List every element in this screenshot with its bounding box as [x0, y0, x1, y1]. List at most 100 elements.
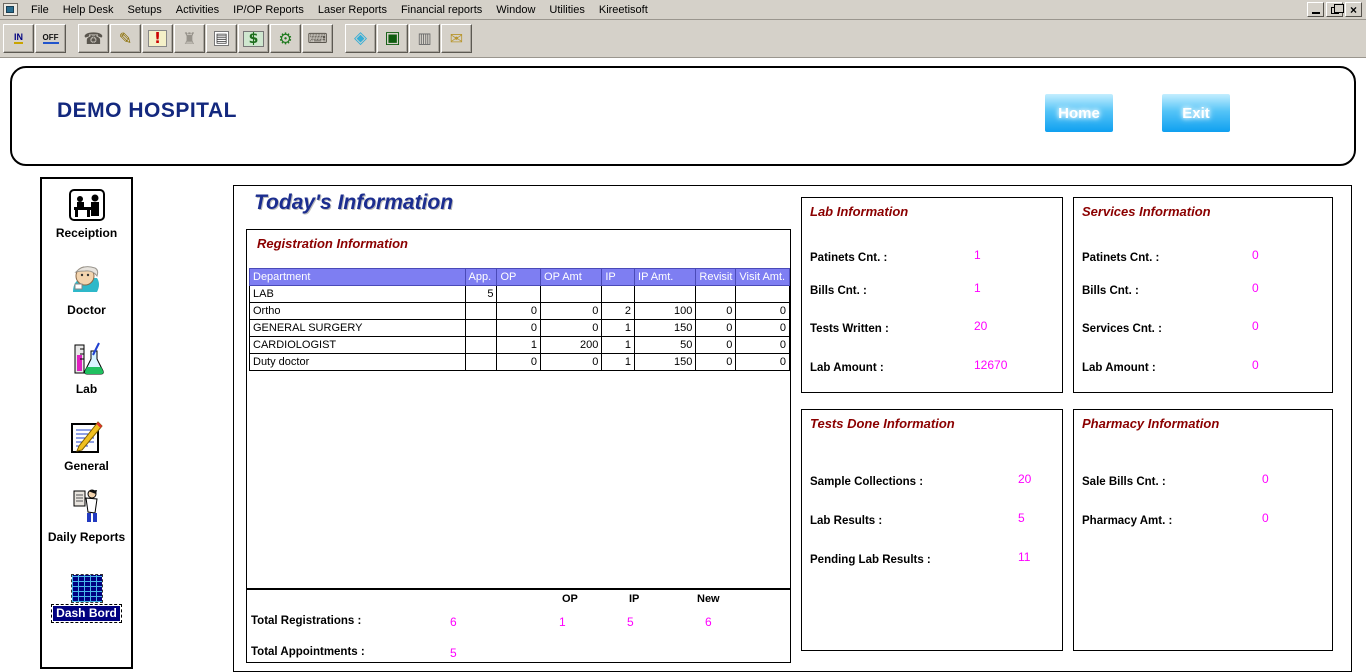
- sidebar-item-receiption[interactable]: Receiption: [56, 185, 117, 240]
- reception-icon: [69, 185, 105, 223]
- panel-title: Services Information: [1082, 204, 1211, 219]
- panel-title: Pharmacy Information: [1082, 416, 1219, 431]
- registration-table[interactable]: Department App. OP OP Amt IP IP Amt. Rev…: [249, 268, 790, 371]
- menu-window[interactable]: Window: [489, 2, 542, 18]
- stat-label: Patinets Cnt. :: [1082, 252, 1159, 264]
- cell-visit-amt: 0: [736, 354, 790, 371]
- stat-value: 12670: [974, 358, 1007, 372]
- stat-value: 0: [1252, 248, 1259, 262]
- toolbar-save-button[interactable]: ◈: [345, 24, 376, 53]
- sidebar-item-general[interactable]: General: [64, 418, 109, 473]
- sidebar-item-lab[interactable]: Lab: [69, 341, 105, 396]
- pencil-icon: ✎: [119, 31, 132, 47]
- toolbar-reports-button[interactable]: ▥: [409, 24, 440, 53]
- stat-value: 20: [974, 319, 987, 333]
- stat-label: Pharmacy Amt. :: [1082, 515, 1172, 527]
- restore-button[interactable]: [1326, 2, 1343, 17]
- toolbar-patients-button[interactable]: ♜: [174, 24, 205, 53]
- toolbar-billing-button[interactable]: $: [238, 24, 269, 53]
- stat-value: 0: [1252, 358, 1259, 372]
- table-row[interactable]: Duty doctor 0 0 1 150 0 0: [250, 354, 790, 371]
- table-row[interactable]: Ortho 0 0 2 100 0 0: [250, 303, 790, 320]
- tests-done-information-panel: Tests Done Information Sample Collection…: [801, 409, 1063, 651]
- sidebar-item-label: Dash Bord: [53, 606, 120, 621]
- column-header: IP Amt.: [635, 269, 696, 286]
- cell-op: 0: [497, 303, 541, 320]
- registration-section-title: Registration Information: [257, 236, 408, 251]
- toolbar-logout-button[interactable]: OFF: [35, 24, 66, 53]
- sidebar-item-label: Daily Reports: [48, 531, 125, 544]
- sidebar: Receiption Doctor Lab General Daily Repo…: [40, 177, 133, 669]
- toolbar-fax-button[interactable]: ⌨: [302, 24, 333, 53]
- toolbar-login-button[interactable]: IN: [3, 24, 34, 53]
- table-row[interactable]: LAB 5: [250, 286, 790, 303]
- sidebar-item-daily-reports[interactable]: Daily Reports: [48, 489, 125, 544]
- fax-icon: ⌨: [307, 32, 327, 46]
- sidebar-item-label: Lab: [76, 383, 97, 396]
- stat-value: 5: [1018, 511, 1025, 525]
- cell-revisit: 0: [696, 337, 736, 354]
- toolbar-reminders-button[interactable]: !: [142, 24, 173, 53]
- cell-department: Ortho: [250, 303, 466, 320]
- toolbar-network-button[interactable]: ⚙: [270, 24, 301, 53]
- hospital-header: DEMO HOSPITAL Home Exit: [10, 66, 1356, 166]
- pharmacy-information-panel: Pharmacy Information Sale Bills Cnt. :0 …: [1073, 409, 1333, 651]
- cell-visit-amt: 0: [736, 320, 790, 337]
- cell-department: Duty doctor: [250, 354, 466, 371]
- column-header: Revisit: [696, 269, 736, 286]
- stat-value: 0: [1262, 472, 1269, 486]
- total-registrations-value: 6: [450, 615, 457, 629]
- close-button[interactable]: ×: [1345, 2, 1362, 17]
- toolbar-monitor-button[interactable]: ▣: [377, 24, 408, 53]
- menu-utilities[interactable]: Utilities: [542, 2, 591, 18]
- stat-value: 0: [1252, 281, 1259, 295]
- menu-help-desk[interactable]: Help Desk: [56, 2, 121, 18]
- cell-ip: 1: [602, 337, 635, 354]
- toolbar-mail-button[interactable]: ✉: [441, 24, 472, 53]
- totals-section: OP IP New Total Registrations : 6 1 5 6 …: [246, 589, 791, 663]
- cell-op: 0: [497, 354, 541, 371]
- floppy-disk-icon: ◈: [354, 30, 367, 47]
- app-window-icon: [3, 3, 18, 16]
- cell-ip: 2: [602, 303, 635, 320]
- cell-visit-amt: 0: [736, 337, 790, 354]
- menu-laser-reports[interactable]: Laser Reports: [311, 2, 394, 18]
- monitor-icon: ▣: [384, 30, 400, 47]
- stat-label: Bills Cnt. :: [810, 285, 867, 297]
- menu-file[interactable]: File: [24, 2, 56, 18]
- stat-label: Sale Bills Cnt. :: [1082, 476, 1166, 488]
- daily-reports-icon: [68, 489, 104, 527]
- menu-financial-reports[interactable]: Financial reports: [394, 2, 489, 18]
- sidebar-item-doctor[interactable]: Doctor: [67, 262, 107, 317]
- stat-label: Pending Lab Results :: [810, 554, 931, 566]
- printer-icon: ▥: [417, 31, 431, 46]
- panel-title: Lab Information: [810, 204, 908, 219]
- cell-ip-amt: 150: [635, 354, 696, 371]
- menu-setups[interactable]: Setups: [120, 2, 168, 18]
- menu-activities[interactable]: Activities: [169, 2, 226, 18]
- mail-icon: ✉: [450, 31, 463, 47]
- cell-revisit: 0: [696, 320, 736, 337]
- column-header: Visit Amt.: [736, 269, 790, 286]
- menu-ip-op-reports[interactable]: IP/OP Reports: [226, 2, 311, 18]
- exit-button[interactable]: Exit: [1162, 94, 1230, 132]
- sidebar-item-label: Doctor: [67, 304, 106, 317]
- stat-label: Lab Results :: [810, 515, 882, 527]
- home-button[interactable]: Home: [1045, 94, 1113, 132]
- cell-ip-amt: 50: [635, 337, 696, 354]
- menu-kireetisoft[interactable]: Kireetisoft: [592, 2, 655, 18]
- registration-section: Registration Information Department App.…: [246, 229, 791, 589]
- table-row[interactable]: GENERAL SURGERY 0 0 1 150 0 0: [250, 320, 790, 337]
- stat-label: Services Cnt. :: [1082, 323, 1162, 335]
- panel-title: Tests Done Information: [810, 416, 955, 431]
- stat-label: Bills Cnt. :: [1082, 285, 1139, 297]
- network-icon: ⚙: [278, 31, 292, 47]
- table-row[interactable]: CARDIOLOGIST 1 200 1 50 0 0: [250, 337, 790, 354]
- sidebar-item-label: General: [64, 460, 109, 473]
- cell-department: GENERAL SURGERY: [250, 320, 466, 337]
- minimize-button[interactable]: [1307, 2, 1324, 17]
- toolbar-telephone-button[interactable]: ☎: [78, 24, 109, 53]
- toolbar-appointments-button[interactable]: ✎: [110, 24, 141, 53]
- toolbar-case-sheet-button[interactable]: ▤: [206, 24, 237, 53]
- sidebar-item-dash-bord[interactable]: Dash Bord: [53, 564, 120, 621]
